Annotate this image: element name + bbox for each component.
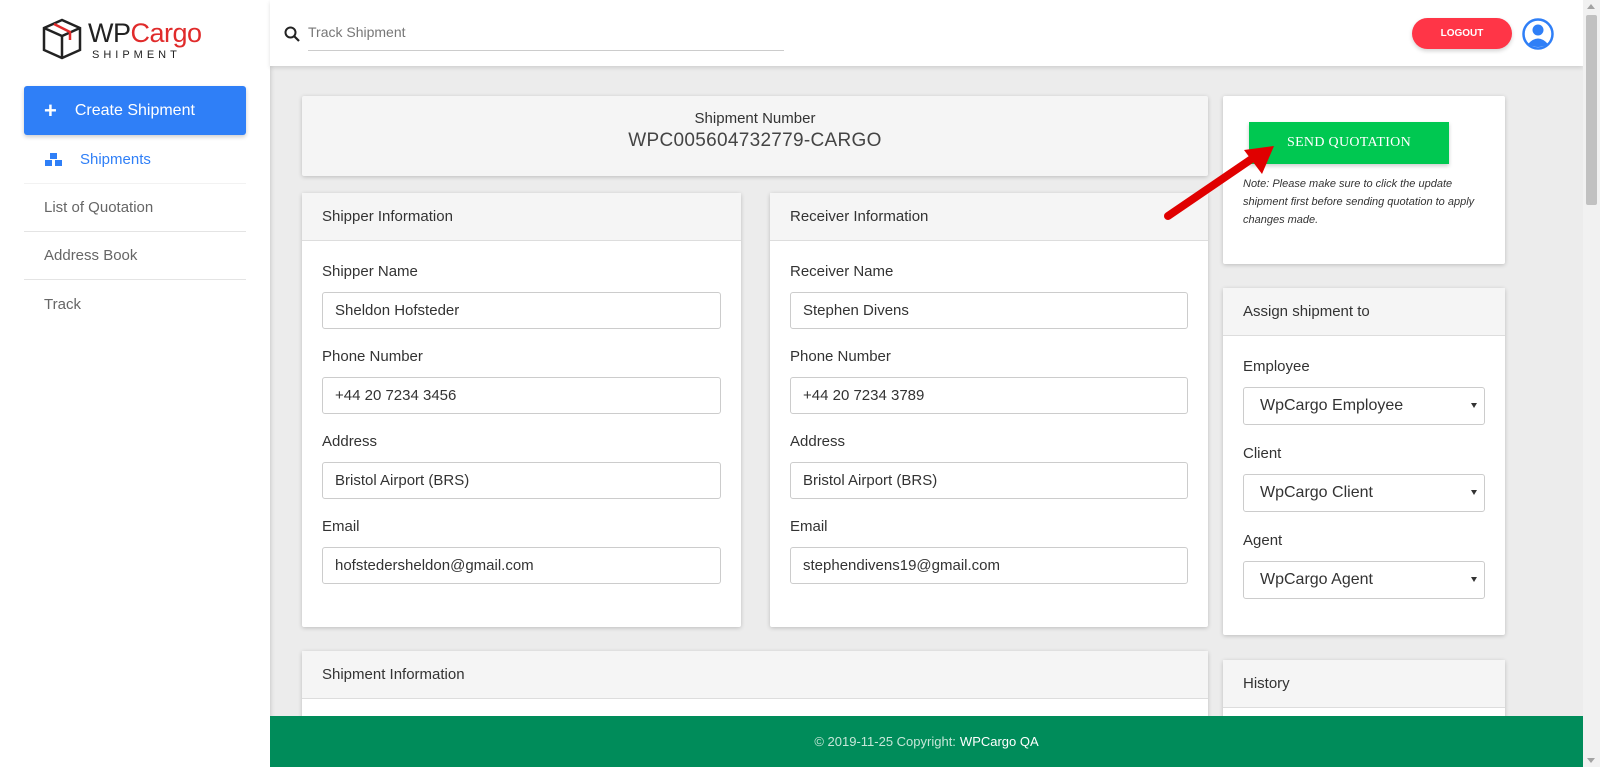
receiver-email-input[interactable]: stephendivens19@gmail.com — [790, 547, 1188, 584]
shipper-phone-label: Phone Number — [322, 348, 423, 365]
scroll-up-arrow-icon[interactable] — [1587, 4, 1595, 9]
receiver-phone-label: Phone Number — [790, 348, 891, 365]
red-arrow-annotation — [1164, 146, 1274, 220]
shipper-information-title: Shipper Information — [302, 193, 741, 241]
employee-select-value: WpCargo Employee — [1260, 397, 1404, 414]
user-avatar-icon[interactable] — [1522, 18, 1554, 50]
assign-shipment-title: Assign shipment to — [1223, 288, 1505, 336]
sidebar-item-list-of-quotation[interactable]: List of Quotation — [24, 184, 246, 232]
shipper-phone-input[interactable]: +44 20 7234 3456 — [322, 377, 721, 414]
create-shipment-label: Create Shipment — [74, 101, 195, 119]
track-shipment-input[interactable] — [308, 18, 784, 51]
caret-down-icon — [1471, 490, 1477, 495]
logo-text: WPCargo — [88, 18, 202, 48]
receiver-information-card: Receiver Information Receiver Name Steph… — [770, 193, 1208, 627]
shipment-number-label: Shipment Number — [694, 110, 816, 127]
sidebar: WPCargo SHIPMENT + Create Shipment Shipm… — [0, 0, 270, 767]
create-shipment-button[interactable]: + Create Shipment — [24, 86, 246, 135]
agent-select-value: WpCargo Agent — [1260, 571, 1373, 588]
scrollbar-thumb[interactable] — [1586, 15, 1597, 205]
sidebar-item-track[interactable]: Track — [24, 280, 246, 328]
scroll-down-arrow-icon[interactable] — [1587, 758, 1595, 763]
logo[interactable]: WPCargo SHIPMENT — [40, 16, 210, 62]
client-select-value: WpCargo Client — [1260, 484, 1373, 501]
shipper-name-label: Shipper Name — [322, 263, 418, 280]
client-select[interactable]: WpCargo Client — [1243, 474, 1485, 512]
caret-down-icon — [1471, 577, 1477, 582]
employee-select[interactable]: WpCargo Employee — [1243, 387, 1485, 425]
shipper-address-label: Address — [322, 433, 378, 450]
shipper-name-input[interactable]: Sheldon Hofsteder — [322, 292, 721, 329]
assign-shipment-card: Assign shipment to Employee WpCargo Empl… — [1223, 288, 1505, 635]
shipper-email-input[interactable]: hofstedersheldon@gmail.com — [322, 547, 721, 584]
shipment-information-title: Shipment Information — [302, 651, 1208, 699]
top-header: LOGOUT — [270, 0, 1583, 66]
footer: © 2019-11-25 Copyright: WPCargo QA — [270, 716, 1583, 767]
agent-select[interactable]: WpCargo Agent — [1243, 561, 1485, 599]
sidebar-item-label: Address Book — [44, 247, 138, 264]
receiver-name-label: Receiver Name — [790, 263, 894, 280]
shipper-email-label: Email — [322, 518, 360, 535]
page-scrollbar[interactable] — [1583, 0, 1600, 767]
receiver-address-label: Address — [790, 433, 846, 450]
receiver-information-title: Receiver Information — [770, 193, 1208, 241]
receiver-name-input[interactable]: Stephen Divens — [790, 292, 1188, 329]
search-icon — [284, 26, 300, 42]
sidebar-item-label: Track — [44, 295, 81, 313]
receiver-phone-input[interactable]: +44 20 7234 3789 — [790, 377, 1188, 414]
shipper-information-card: Shipper Information Shipper Name Sheldon… — [302, 193, 741, 627]
footer-brand-link[interactable]: WPCargo QA — [960, 734, 1039, 749]
footer-copyright: © 2019-11-25 Copyright: — [814, 734, 956, 749]
sidebar-item-shipments[interactable]: Shipments — [24, 136, 246, 184]
cubes-icon — [45, 152, 62, 166]
logout-button[interactable]: LOGOUT — [1412, 18, 1512, 49]
logo-subtext: SHIPMENT — [92, 49, 181, 61]
box-logo-icon — [42, 18, 82, 60]
receiver-address-input[interactable]: Bristol Airport (BRS) — [790, 462, 1188, 499]
employee-label: Employee — [1243, 358, 1310, 375]
shipper-address-input[interactable]: Bristol Airport (BRS) — [322, 462, 721, 499]
history-title: History — [1223, 660, 1505, 708]
plus-icon: + — [44, 97, 57, 123]
agent-label: Agent — [1243, 532, 1283, 549]
sidebar-item-label: List of Quotation — [44, 199, 154, 216]
shipment-number-value: WPC005604732779-CARGO — [628, 130, 882, 151]
client-label: Client — [1243, 445, 1282, 462]
caret-down-icon — [1471, 403, 1477, 408]
sidebar-item-address-book[interactable]: Address Book — [24, 232, 246, 280]
sidebar-item-label: Shipments — [80, 151, 151, 168]
receiver-email-label: Email — [790, 518, 828, 535]
shipment-number-card: Shipment Number WPC005604732779-CARGO — [302, 96, 1208, 176]
